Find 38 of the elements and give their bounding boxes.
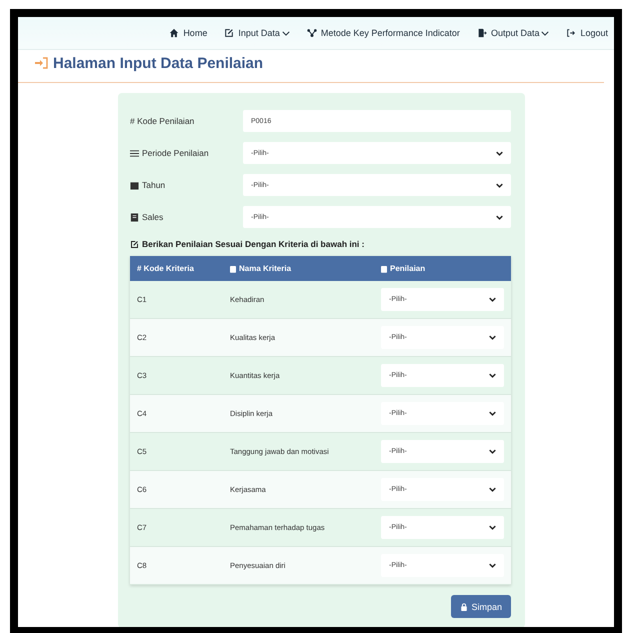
nav-link[interactable]: Metode Key Performance Indicator [306, 28, 460, 38]
nav-link[interactable]: Home [169, 28, 208, 38]
chevron-icon [496, 182, 503, 188]
logout-icon [566, 28, 576, 38]
page-title: Halaman Input Data Penilaian [53, 54, 264, 72]
lock-icon [460, 602, 468, 610]
field-label: # Kode Penilaian [130, 116, 194, 126]
chevron-icon [496, 150, 503, 156]
column-header: Nama Kriteria [239, 264, 292, 273]
chevron-icon [496, 214, 503, 220]
field-label: Tahun [142, 180, 166, 190]
chevron-icon [489, 335, 496, 340]
nav-link[interactable]: Output Data [476, 28, 550, 38]
chevron-icon [489, 373, 496, 378]
caret-icon [541, 30, 550, 36]
network-icon [306, 28, 317, 38]
caret-icon [282, 30, 290, 36]
book-icon [130, 212, 139, 222]
nav-link[interactable]: Input Data [224, 28, 290, 38]
list-icon [130, 148, 139, 158]
chevron-icon [489, 411, 496, 416]
edit-icon [224, 28, 234, 38]
export-icon [476, 28, 487, 38]
nav-link[interactable]: Logout [566, 28, 608, 38]
chevron-icon [489, 563, 496, 568]
section-heading: Berikan Penilaian Sesuai Dengan Kriteria di bawah ini : [142, 239, 364, 249]
sign-in-icon [34, 57, 48, 69]
chevron-icon [489, 297, 496, 302]
column-header: Penilaian [390, 264, 426, 273]
save-button[interactable]: Simpan [451, 595, 511, 618]
chevron-icon [489, 525, 496, 530]
column-header: # Kode Kriteria [137, 264, 194, 273]
edit-icon [130, 240, 139, 248]
field-label: Periode Penilaian [142, 148, 209, 158]
chevron-icon [489, 449, 496, 454]
home-icon [169, 28, 180, 38]
chevron-icon [489, 487, 496, 492]
field-label: Sales [142, 212, 164, 222]
